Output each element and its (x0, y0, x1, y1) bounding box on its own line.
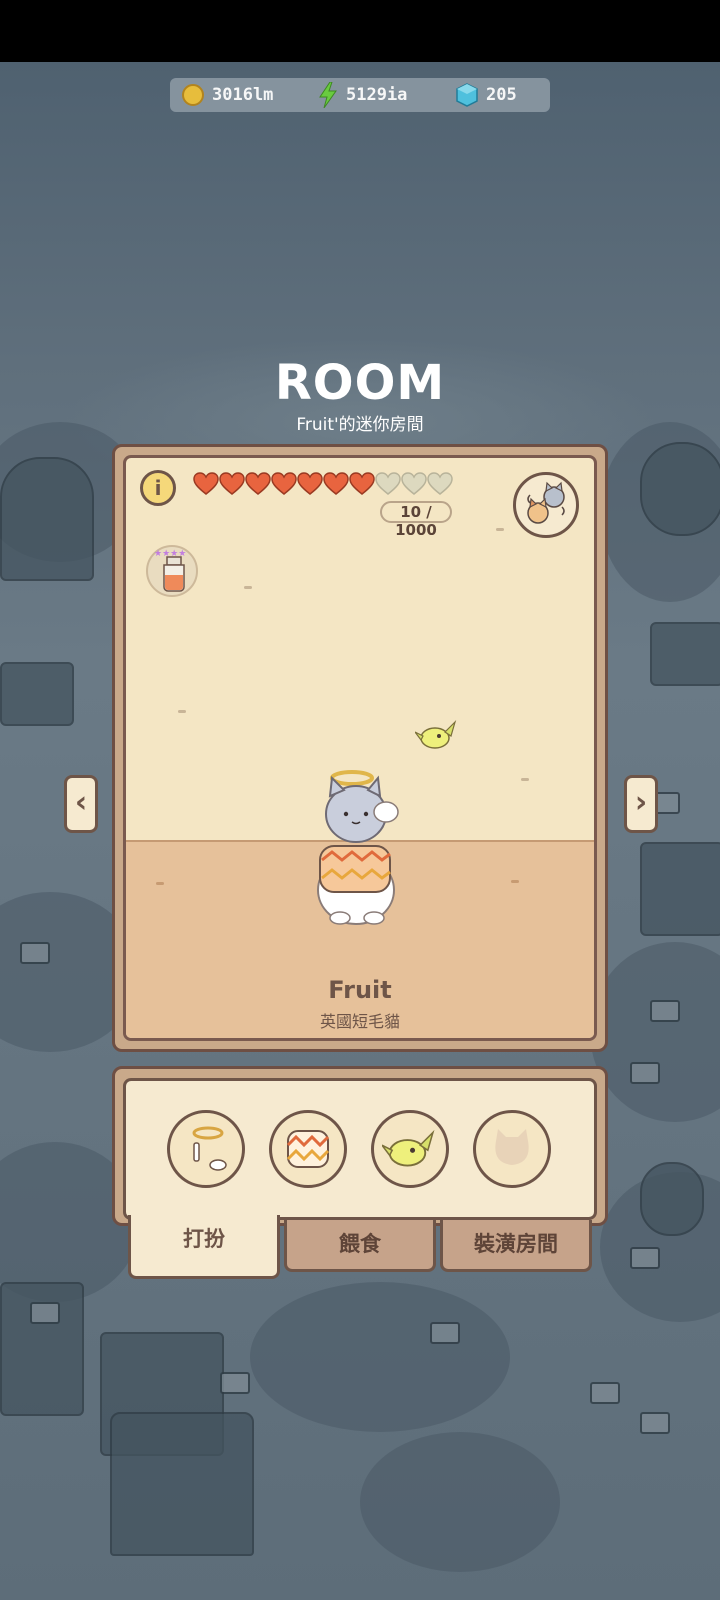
next-room-button[interactable]: › (624, 775, 658, 833)
heart-empty-icon (401, 472, 427, 495)
chevron-right-icon: › (634, 785, 648, 820)
cat-character (317, 770, 399, 925)
page-title: ROOM (274, 355, 446, 411)
gem-icon (456, 83, 478, 107)
heart-filled-icon (271, 472, 297, 495)
tab-dress-up[interactable]: 打扮 (128, 1215, 280, 1279)
heart-filled-icon (245, 472, 271, 495)
pet-breed: 英國短毛貓 (319, 1012, 400, 1031)
room-view (123, 455, 597, 1041)
bird-companion-icon (382, 1129, 435, 1167)
energy-value: 5129ia (346, 85, 408, 105)
heart-empty-icon (375, 472, 401, 495)
slot-outfit[interactable] (269, 1110, 347, 1188)
halo-accessory-icon (192, 1126, 227, 1171)
cat-silhouette-icon (495, 1129, 529, 1165)
coin-icon (182, 84, 204, 106)
page-subtitle: Fruit'的迷你房間 (296, 415, 424, 435)
tab-decorate-room[interactable]: 裝潢房間 (440, 1220, 592, 1272)
switch-cat-button[interactable] (513, 472, 579, 538)
previous-room-button[interactable]: ‹ (64, 775, 98, 833)
energy-counter: 5129ia (318, 78, 407, 112)
chevron-left-icon: ‹ (74, 785, 88, 820)
heart-empty-icon (427, 472, 453, 495)
gem-counter: 205 (456, 78, 517, 112)
costume-outfit-icon (286, 1130, 330, 1168)
affection-progress-text: 10 / 1000 (380, 501, 452, 539)
potion-bottle-icon: ★★★★ (154, 549, 186, 592)
affection-hearts (193, 472, 453, 496)
heart-filled-icon (219, 472, 245, 495)
info-button[interactable]: i (140, 470, 176, 506)
switch-cat-icon (527, 481, 565, 524)
heart-filled-icon (323, 472, 349, 495)
heart-filled-icon (193, 472, 219, 495)
status-bar (0, 0, 720, 62)
heart-filled-icon (297, 472, 323, 495)
potion-buff-button[interactable]: ★★★★ (146, 545, 198, 597)
lightning-icon (319, 82, 337, 108)
slot-empty-pet[interactable] (473, 1110, 551, 1188)
svg-text:★★★★: ★★★★ (154, 549, 186, 559)
heart-filled-icon (349, 472, 375, 495)
slot-accessory[interactable] (167, 1110, 245, 1188)
coin-value: 3016lm (212, 85, 274, 105)
tab-feed[interactable]: 餵食 (284, 1220, 436, 1272)
currency-bar: 3016lm 5129ia 205 (170, 78, 550, 112)
pet-name: Fruit (328, 976, 392, 1004)
gem-value: 205 (486, 85, 517, 105)
coin-counter: 3016lm (182, 78, 273, 112)
bird-toy-icon (415, 719, 457, 749)
slot-companion[interactable] (371, 1110, 449, 1188)
